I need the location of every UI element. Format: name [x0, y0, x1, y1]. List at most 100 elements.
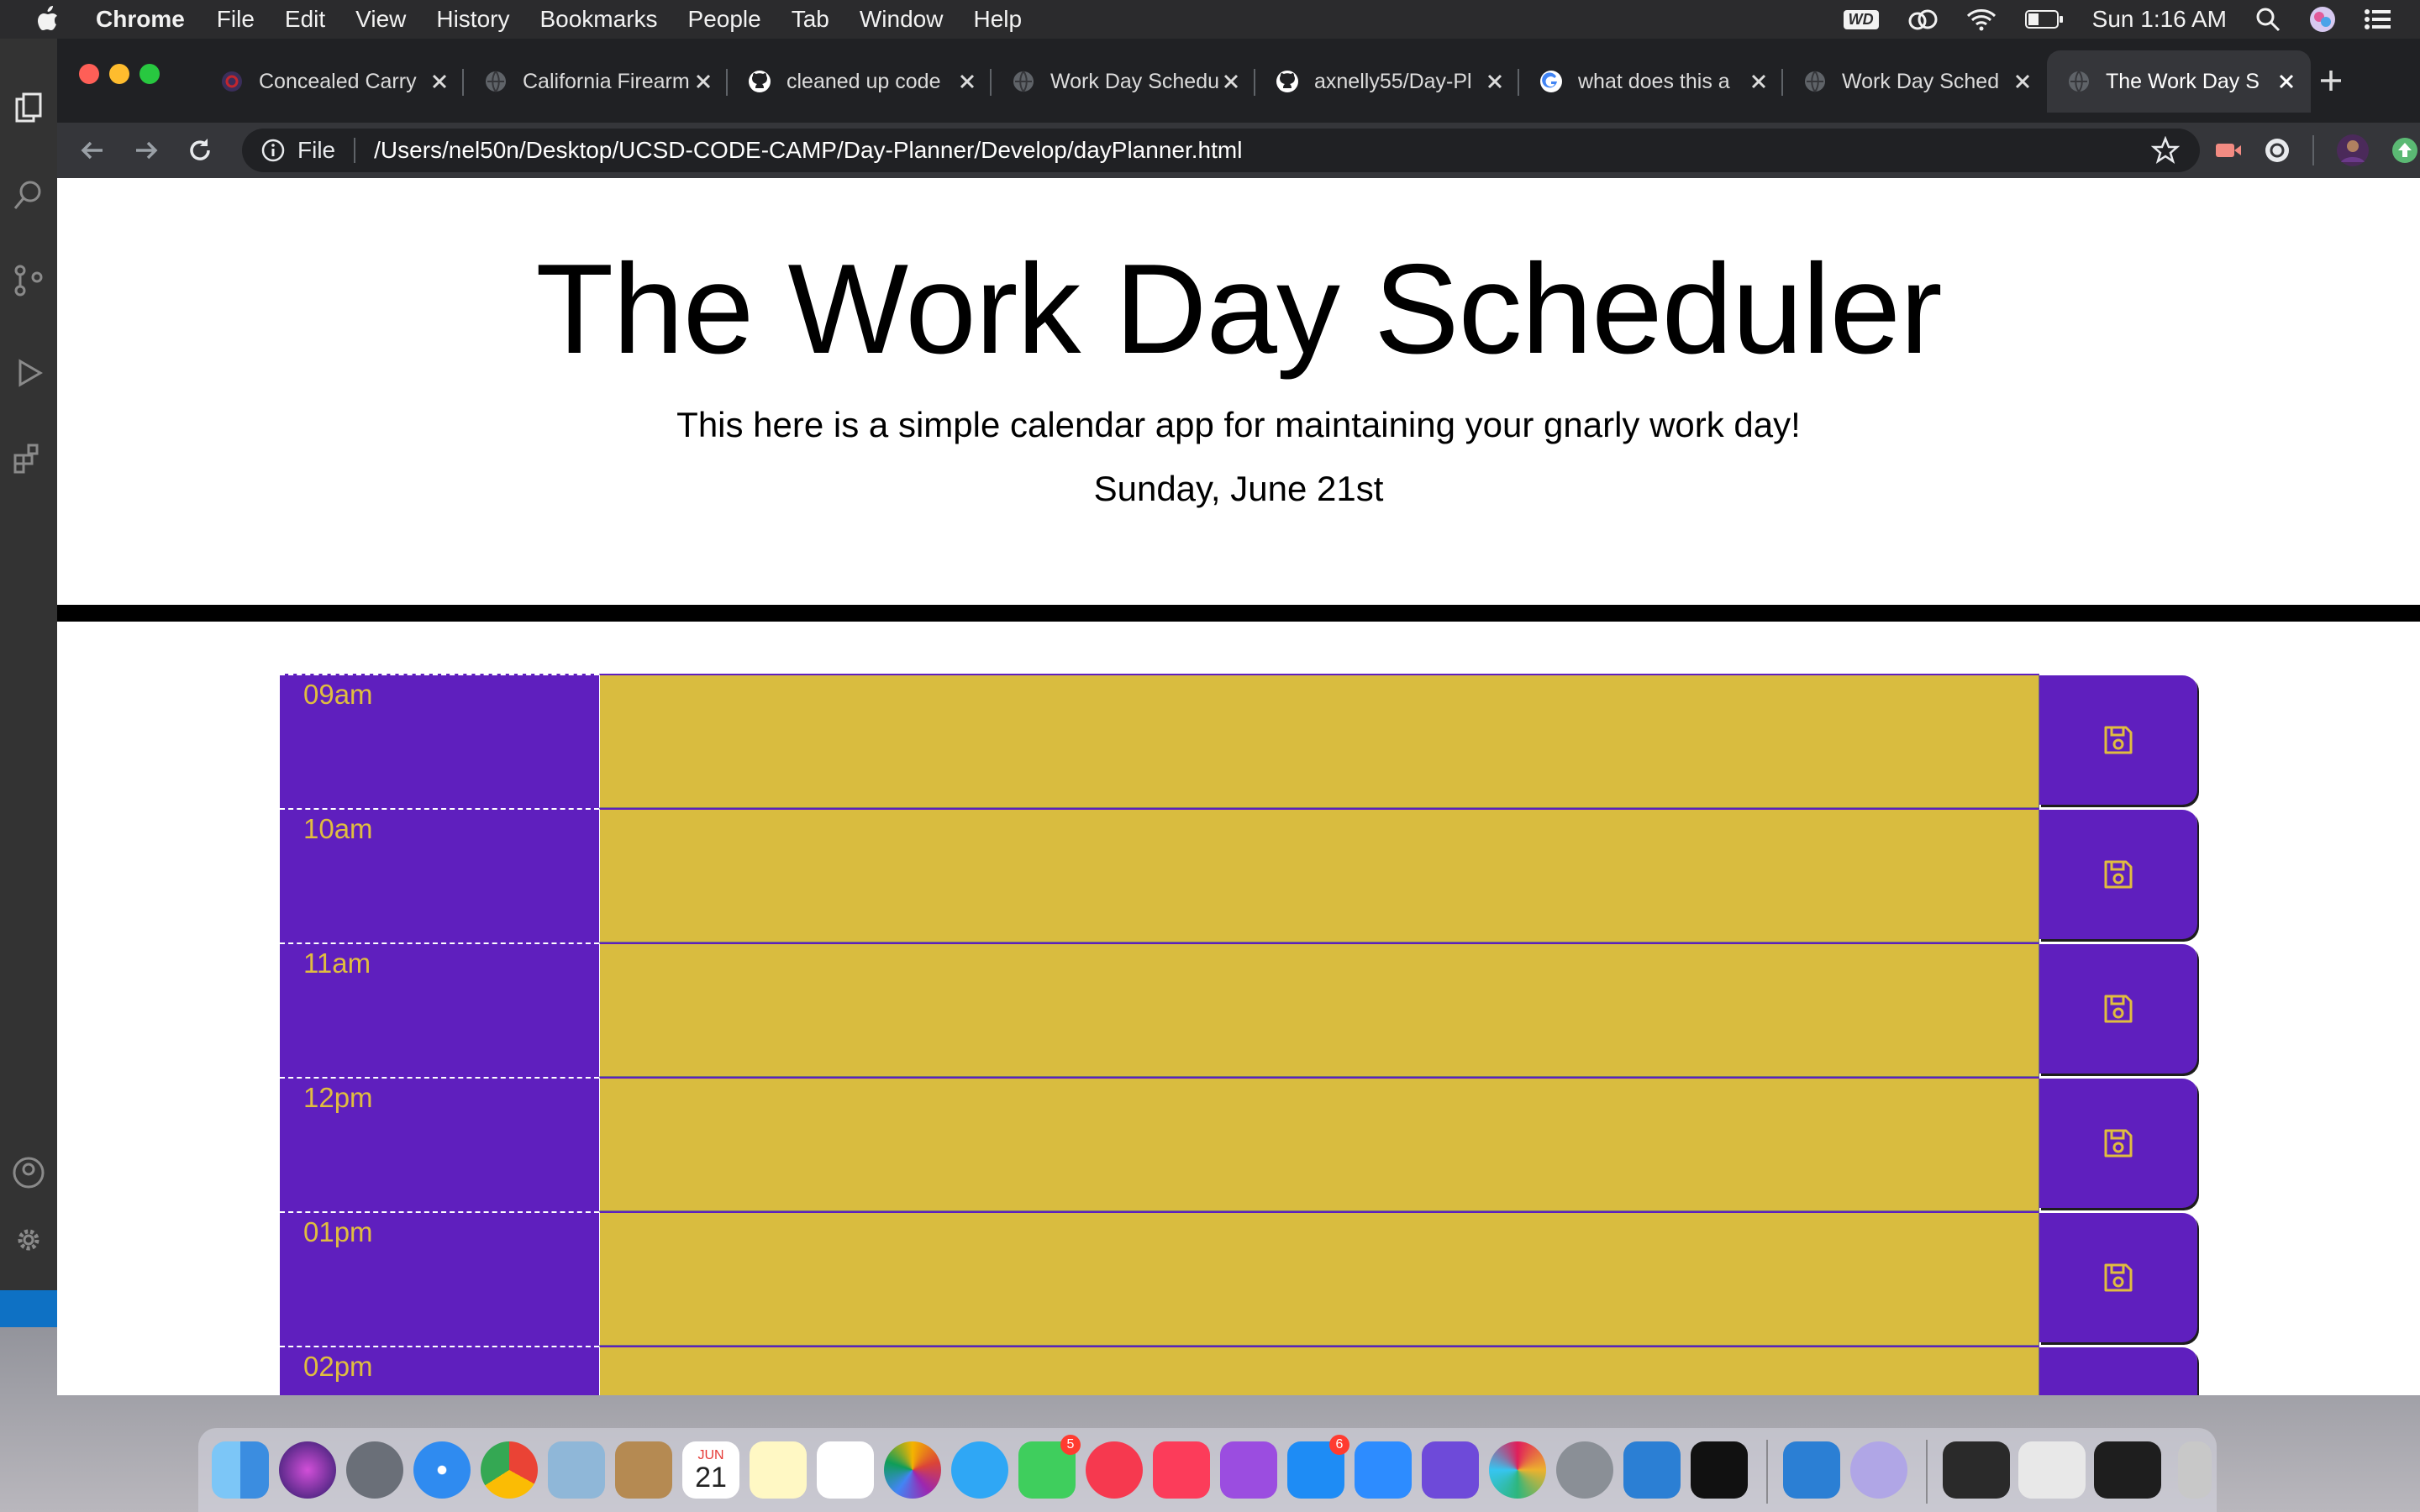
explorer-icon[interactable] [12, 92, 45, 126]
back-arrow-icon[interactable] [77, 135, 108, 165]
event-textarea[interactable] [599, 808, 2039, 942]
launchpad-icon[interactable] [346, 1441, 403, 1499]
tab-work-day-scheduler-2[interactable]: Work Day Sched [1783, 50, 2047, 113]
siri-dock-icon[interactable] [279, 1441, 336, 1499]
terminal-icon[interactable] [1691, 1441, 1748, 1499]
siri-icon[interactable] [2309, 6, 2336, 33]
forward-arrow-icon[interactable] [131, 135, 161, 165]
save-button[interactable] [2039, 1077, 2197, 1208]
account-icon[interactable] [12, 1156, 45, 1189]
event-textarea[interactable] [599, 674, 2039, 808]
minimized-window-thumbnail[interactable] [1943, 1441, 2010, 1499]
finder-icon[interactable] [212, 1441, 269, 1499]
mail-icon[interactable] [548, 1441, 605, 1499]
close-tab-icon[interactable] [1484, 71, 1506, 92]
update-arrow-icon[interactable] [2390, 135, 2420, 165]
minimize-window-button[interactable] [109, 64, 129, 84]
tab-california-firearms[interactable]: California Firearm [464, 50, 728, 113]
vscode-icon[interactable] [1623, 1441, 1681, 1499]
trash-icon[interactable] [2178, 1441, 2212, 1499]
apple-menu-icon[interactable] [32, 3, 66, 36]
creative-cloud-icon[interactable] [1907, 8, 1938, 31]
close-tab-icon[interactable] [2012, 71, 2033, 92]
vscode-recent-icon[interactable] [1783, 1441, 1840, 1499]
menu-tab[interactable]: Tab [792, 6, 829, 33]
url-text[interactable]: /Users/nel50n/Desktop/UCSD-CODE-CAMP/Day… [374, 137, 1242, 164]
minimized-window-thumbnail[interactable] [2018, 1441, 2086, 1499]
save-button[interactable] [2039, 942, 2197, 1074]
menu-bookmarks[interactable]: Bookmarks [539, 6, 657, 33]
new-tab-plus-icon[interactable] [2314, 64, 2348, 97]
event-textarea[interactable] [599, 1211, 2039, 1346]
menu-history[interactable]: History [436, 6, 509, 33]
extensions-icon[interactable] [12, 442, 45, 475]
reminders-icon[interactable] [817, 1441, 874, 1499]
menu-view[interactable]: View [355, 6, 406, 33]
close-window-button[interactable] [79, 64, 99, 84]
tab-concealed-carry[interactable]: Concealed Carry [200, 50, 464, 113]
event-textarea[interactable] [599, 1346, 2039, 1395]
close-tab-icon[interactable] [956, 71, 978, 92]
wifi-icon[interactable] [1966, 8, 1996, 31]
clock[interactable]: Sun 1:16 AM [2092, 6, 2227, 33]
close-tab-icon[interactable] [2275, 71, 2297, 92]
wd-drive-icon[interactable]: WD [1843, 9, 1879, 29]
reload-icon[interactable] [185, 135, 215, 165]
tab-axnelly55-repo[interactable]: axnelly55/Day-Pl [1255, 50, 1519, 113]
address-bar[interactable]: File /Users/nel50n/Desktop/UCSD-CODE-CAM… [242, 129, 2200, 172]
save-button[interactable] [2039, 808, 2197, 939]
extension-record-icon[interactable] [2213, 135, 2244, 165]
safari-icon[interactable] [413, 1441, 471, 1499]
status-bar-branch[interactable] [0, 1290, 57, 1327]
source-control-icon[interactable] [12, 264, 45, 297]
debug-icon[interactable] [12, 356, 45, 390]
slack-icon[interactable] [1489, 1441, 1546, 1499]
tab-the-work-day-scheduler-active[interactable]: The Work Day S [2047, 50, 2311, 113]
bookmark-star-icon[interactable] [2151, 136, 2180, 165]
contacts-icon[interactable] [615, 1441, 672, 1499]
save-button[interactable] [2039, 674, 2197, 805]
tab-cleaned-up-code[interactable]: cleaned up code [728, 50, 992, 113]
podcasts-icon[interactable] [1220, 1441, 1277, 1499]
menu-help[interactable]: Help [973, 6, 1022, 33]
close-tab-icon[interactable] [692, 71, 714, 92]
close-tab-icon[interactable] [1220, 71, 1242, 92]
close-tab-icon[interactable] [1748, 71, 1770, 92]
extension-circle-icon[interactable] [2262, 135, 2292, 165]
menu-edit[interactable]: Edit [285, 6, 325, 33]
profile-avatar[interactable] [2336, 134, 2370, 167]
time-block-row: 12pm [280, 1077, 2197, 1211]
notes-icon[interactable] [750, 1441, 807, 1499]
spotlight-search-icon[interactable] [2255, 7, 2281, 32]
system-preferences-icon[interactable] [1556, 1441, 1613, 1499]
event-textarea[interactable] [599, 1077, 2039, 1211]
save-button[interactable] [2039, 1346, 2197, 1395]
app-store-icon[interactable]: 6 [1287, 1435, 1349, 1499]
zoom-window-button[interactable] [139, 64, 160, 84]
tab-work-day-scheduler-1[interactable]: Work Day Schedu [992, 50, 1255, 113]
facetime-icon[interactable]: 5 [1018, 1435, 1081, 1499]
settings-gear-icon[interactable] [12, 1223, 45, 1257]
menu-app-chrome[interactable]: Chrome [96, 6, 185, 33]
notification-center-icon[interactable] [2365, 8, 2391, 30]
minimized-window-thumbnail[interactable] [2094, 1441, 2161, 1499]
chrome-dock-icon[interactable] [481, 1441, 538, 1499]
info-icon[interactable] [260, 138, 286, 163]
search-icon[interactable] [12, 178, 45, 212]
event-textarea[interactable] [599, 942, 2039, 1077]
tab-google-search[interactable]: what does this a [1519, 50, 1783, 113]
calendar-icon[interactable]: JUN 21 [682, 1441, 739, 1499]
news-icon[interactable] [1086, 1441, 1143, 1499]
menu-people[interactable]: People [688, 6, 761, 33]
music-icon[interactable] [1153, 1441, 1210, 1499]
close-tab-icon[interactable] [429, 71, 450, 92]
messages-icon[interactable] [951, 1441, 1008, 1499]
imovie-icon[interactable] [1422, 1441, 1479, 1499]
menu-file[interactable]: File [217, 6, 255, 33]
save-button[interactable] [2039, 1211, 2197, 1342]
photos-icon[interactable] [884, 1441, 941, 1499]
bbedit-icon[interactable] [1850, 1441, 1907, 1499]
battery-icon[interactable] [2024, 9, 2064, 29]
menu-window[interactable]: Window [860, 6, 944, 33]
zoom-icon[interactable] [1355, 1441, 1412, 1499]
